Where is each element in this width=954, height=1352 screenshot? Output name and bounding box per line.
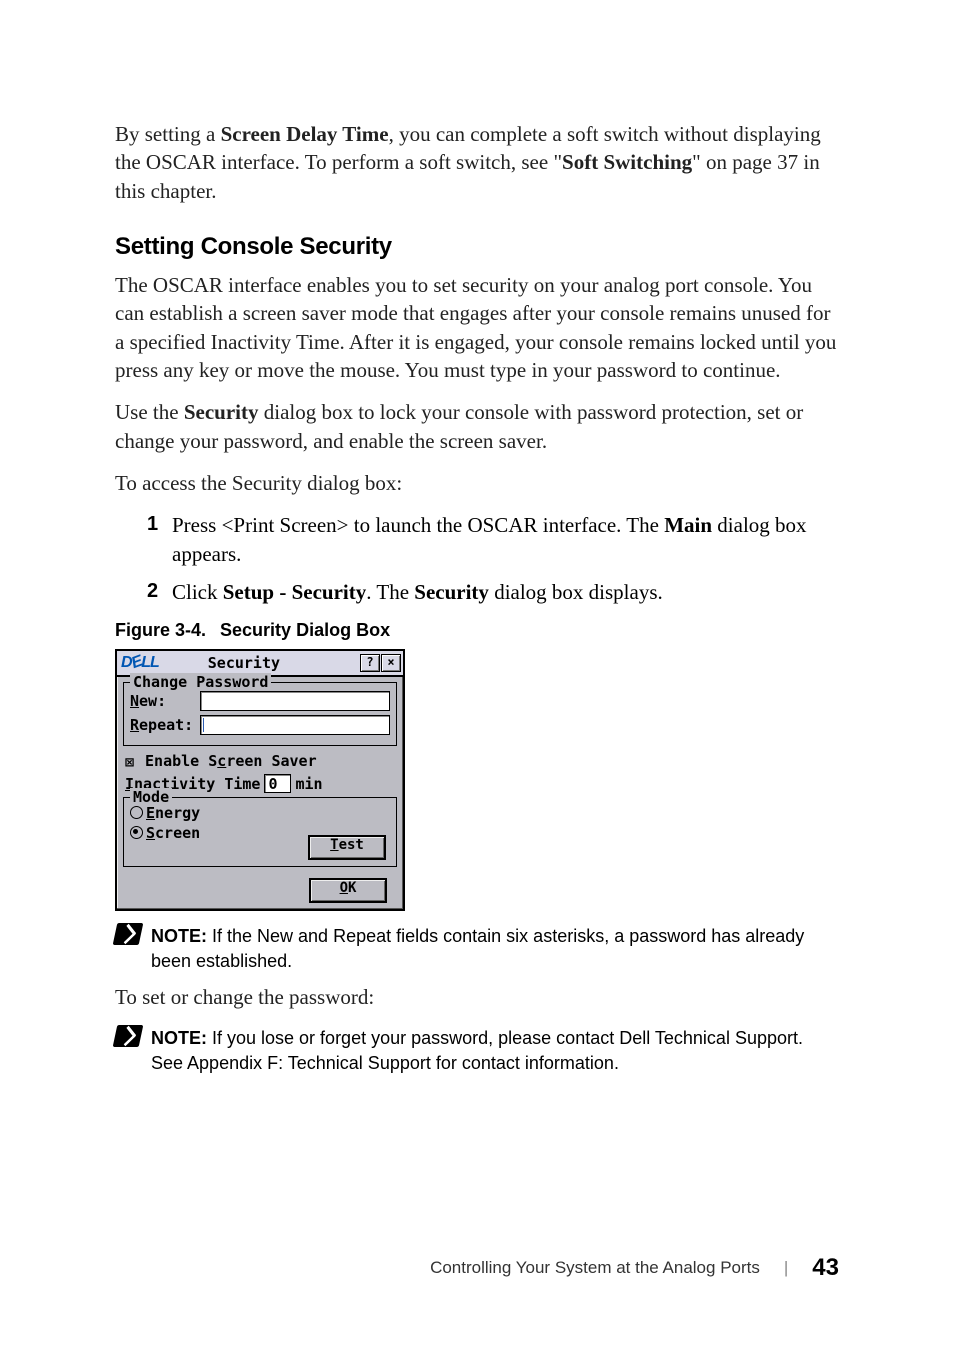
text: Enable S xyxy=(145,752,217,770)
energy-radio[interactable]: Energy xyxy=(130,804,390,822)
step-1: 1 Press <Print Screen> to launch the OSC… xyxy=(147,511,839,568)
term-screen-delay-time: Screen Delay Time xyxy=(221,122,389,146)
security-dialog: DELL Security ? × Change Password New: R… xyxy=(115,649,405,911)
note-body: If you lose or forget your password, ple… xyxy=(151,1028,803,1072)
text: By setting a xyxy=(115,122,221,146)
note-body: If the New and Repeat fields contain six… xyxy=(151,926,804,970)
note-2: NOTE: If you lose or forget your passwor… xyxy=(115,1025,839,1075)
note-icon xyxy=(113,1025,144,1047)
ok-button[interactable]: OK xyxy=(309,878,387,903)
checkbox-icon: ⊠ xyxy=(125,753,136,764)
text: dialog box displays. xyxy=(489,580,663,604)
text: c xyxy=(217,752,226,770)
enable-screensaver-checkbox[interactable]: ⊠ Enable Screen Saver xyxy=(125,752,397,770)
term-main: Main xyxy=(664,513,712,537)
repeat-password-input[interactable] xyxy=(200,715,390,735)
term-soft-switching: Soft Switching xyxy=(562,150,692,174)
note-1: NOTE: If the New and Repeat fields conta… xyxy=(115,923,839,973)
repeat-label: Repeat: xyxy=(130,716,200,734)
step-2: 2 Click Setup - Security. The Security d… xyxy=(147,578,839,606)
text: . The xyxy=(366,580,414,604)
separator-icon: | xyxy=(784,1258,788,1278)
security-paragraph-1: The OSCAR interface enables you to set s… xyxy=(115,271,839,384)
page-footer: Controlling Your System at the Analog Po… xyxy=(430,1254,839,1282)
note-label: NOTE: xyxy=(151,926,207,946)
note-label: NOTE: xyxy=(151,1028,207,1048)
test-button[interactable]: Test xyxy=(308,835,386,860)
help-button[interactable]: ? xyxy=(360,654,380,672)
text: Use the xyxy=(115,400,184,424)
step-number: 2 xyxy=(147,578,172,606)
text: Press <Print Screen> to launch the OSCAR… xyxy=(172,513,664,537)
inactivity-unit: min xyxy=(295,775,322,793)
mode-group: Mode Energy Screen Test xyxy=(123,797,397,867)
footer-chapter: Controlling Your System at the Analog Po… xyxy=(430,1258,760,1278)
new-label: New: xyxy=(130,692,200,710)
note-icon xyxy=(113,923,144,945)
change-password-legend: Change Password xyxy=(130,673,271,691)
section-heading: Setting Console Security xyxy=(115,233,839,261)
new-password-input[interactable] xyxy=(200,691,390,711)
term-setup-security: Setup - Security xyxy=(223,580,367,604)
change-password-group: Change Password New: Repeat: xyxy=(123,682,397,746)
mode-legend: Mode xyxy=(130,788,172,806)
inactivity-time-input[interactable]: 0 xyxy=(264,774,291,793)
step-number: 1 xyxy=(147,511,172,568)
figure-caption: Figure 3-4. Security Dialog Box xyxy=(115,620,839,641)
figure-title: Security Dialog Box xyxy=(220,620,390,640)
radio-icon xyxy=(130,826,143,839)
figure-number: Figure 3-4. xyxy=(115,620,206,640)
close-button[interactable]: × xyxy=(381,654,401,672)
radio-icon xyxy=(130,806,143,819)
security-paragraph-2: Use the Security dialog box to lock your… xyxy=(115,398,839,455)
set-password-intro: To set or change the password: xyxy=(115,983,839,1011)
page-number: 43 xyxy=(812,1254,839,1282)
security-intro-line: To access the Security dialog box: xyxy=(115,469,839,497)
term-security: Security xyxy=(184,400,259,424)
text: reen Saver xyxy=(226,752,316,770)
dialog-title: Security xyxy=(129,654,359,672)
term-security: Security xyxy=(414,580,489,604)
text: Click xyxy=(172,580,223,604)
intro-paragraph: By setting a Screen Delay Time, you can … xyxy=(115,120,839,205)
